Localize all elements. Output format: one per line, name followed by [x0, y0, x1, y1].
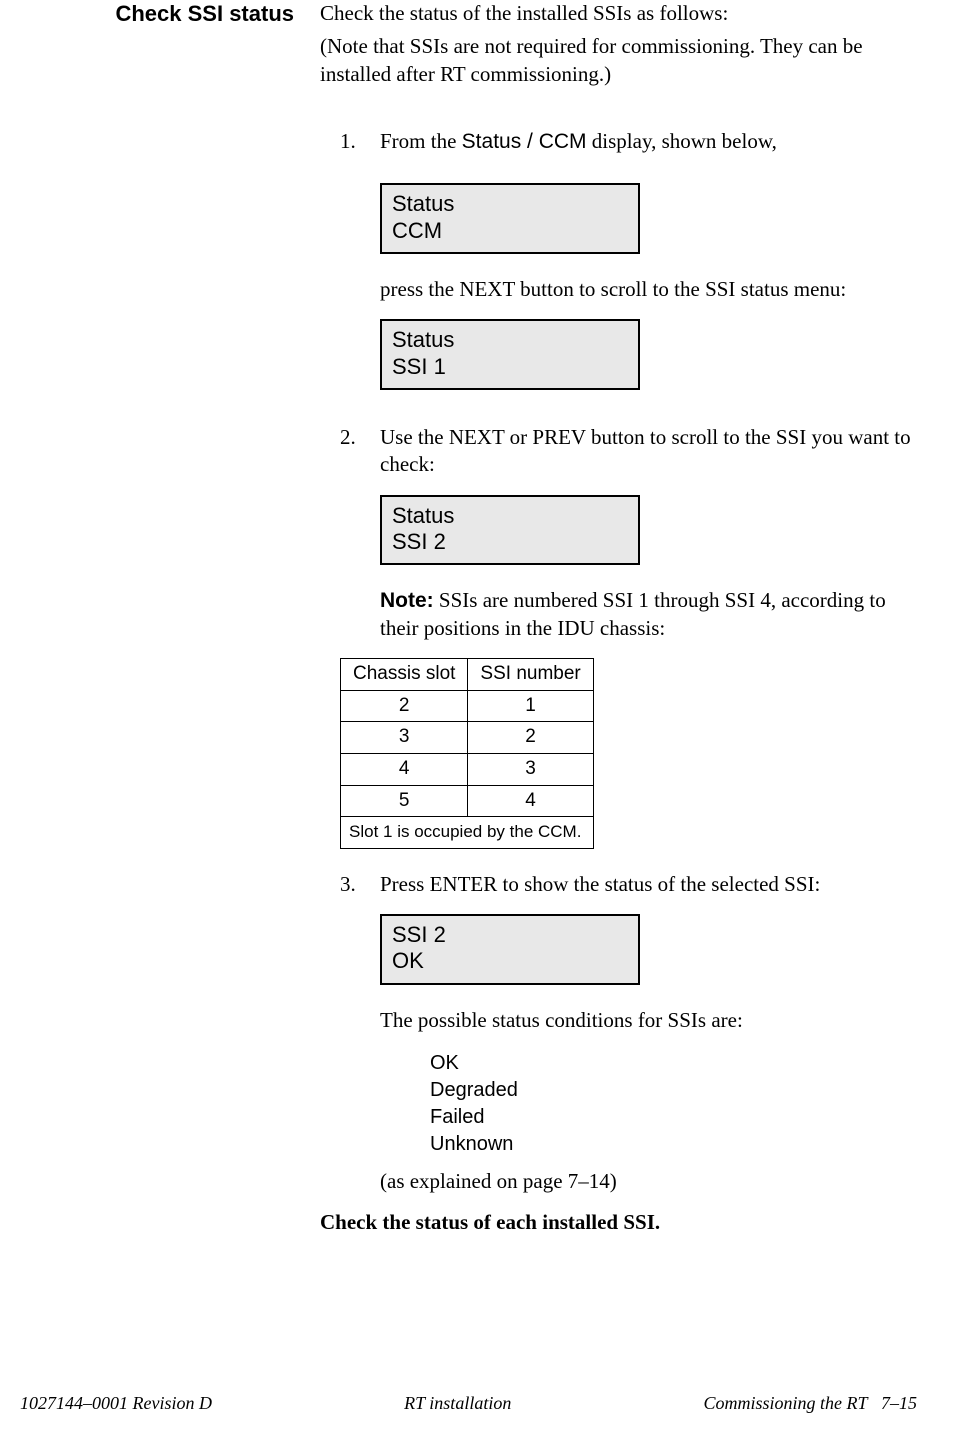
table-header-slot: Chassis slot: [341, 659, 468, 691]
cell: 2: [468, 722, 593, 754]
table-row: 32: [341, 722, 594, 754]
step-1-post: display, shown below,: [587, 129, 777, 153]
cell: 5: [341, 785, 468, 817]
status-item: OK: [430, 1050, 917, 1077]
table-row: 54: [341, 785, 594, 817]
lcd-status-ssi1: Status SSI 1: [380, 319, 640, 390]
table-footnote: Slot 1 is occupied by the CCM.: [341, 817, 594, 848]
step-1-number: 1.: [340, 128, 380, 155]
step-2: 2. Use the NEXT or PREV button to scroll…: [340, 424, 917, 479]
step-1: 1. From the Status / CCM display, shown …: [340, 128, 917, 155]
status-list: OK Degraded Failed Unknown: [430, 1050, 917, 1158]
lcd-line: OK: [392, 948, 628, 974]
main-content: Check the status of the installed SSIs a…: [320, 0, 917, 1237]
final-instruction: Check the status of each installed SSI.: [320, 1209, 917, 1236]
lcd-line: CCM: [392, 218, 628, 244]
step-3-text: Press ENTER to show the status of the se…: [380, 871, 917, 898]
step-3-after: The possible status conditions for SSIs …: [340, 1007, 917, 1034]
footer-center: RT installation: [404, 1393, 511, 1414]
cell: 3: [341, 722, 468, 754]
table-row: 21: [341, 690, 594, 722]
cell: 1: [468, 690, 593, 722]
status-item: Failed: [430, 1104, 917, 1131]
lcd-status-ssi2: Status SSI 2: [380, 495, 640, 566]
footer-right: Commissioning the RT 7–15: [703, 1393, 917, 1414]
lcd-line: Status: [392, 191, 628, 217]
step-1-pre: From the: [380, 129, 462, 153]
side-heading: Check SSI status: [20, 0, 320, 28]
footer-left: 1027144–0001 Revision D: [20, 1393, 212, 1414]
table-row: 43: [341, 754, 594, 786]
step-1-after: press the NEXT button to scroll to the S…: [340, 276, 917, 303]
cell: 4: [468, 785, 593, 817]
lcd-line: SSI 2: [392, 529, 628, 555]
table-row: Chassis slot SSI number: [341, 659, 594, 691]
footer-right-title: Commissioning the RT: [703, 1393, 867, 1413]
status-item: Degraded: [430, 1077, 917, 1104]
note-label: Note:: [380, 589, 434, 612]
lcd-line: Status: [392, 327, 628, 353]
intro-parenthetical: (Note that SSIs are not required for com…: [320, 33, 917, 88]
footer-page-number: 7–15: [881, 1393, 917, 1413]
lcd-status-ccm: Status CCM: [380, 183, 640, 254]
page-footer: 1027144–0001 Revision D RT installation …: [0, 1393, 977, 1414]
lcd-line: SSI 1: [392, 354, 628, 380]
status-item: Unknown: [430, 1131, 917, 1158]
chassis-table: Chassis slot SSI number 21 32 43 54 Slot…: [340, 658, 594, 849]
cell: 2: [341, 690, 468, 722]
lcd-line: SSI 2: [392, 922, 628, 948]
step-2-text: Use the NEXT or PREV button to scroll to…: [380, 424, 917, 479]
lcd-line: Status: [392, 503, 628, 529]
step-3-after-text: The possible status conditions for SSIs …: [380, 1007, 917, 1034]
cell: 3: [468, 754, 593, 786]
note-text: SSIs are numbered SSI 1 through SSI 4, a…: [380, 588, 886, 639]
cell: 4: [341, 754, 468, 786]
step-1-after-text: press the NEXT button to scroll to the S…: [380, 276, 917, 303]
step-2-number: 2.: [340, 424, 380, 479]
step-2-note: Note: SSIs are numbered SSI 1 through SS…: [340, 587, 917, 642]
lcd-ssi2-ok: SSI 2 OK: [380, 914, 640, 985]
step-3: 3. Press ENTER to show the status of the…: [340, 871, 917, 898]
status-explain: (as explained on page 7–14): [380, 1168, 917, 1195]
intro-sentence: Check the status of the installed SSIs a…: [320, 0, 917, 27]
table-row: Slot 1 is occupied by the CCM.: [341, 817, 594, 848]
step-3-number: 3.: [340, 871, 380, 898]
step-1-ui-name: Status / CCM: [462, 130, 587, 153]
table-header-ssi: SSI number: [468, 659, 593, 691]
